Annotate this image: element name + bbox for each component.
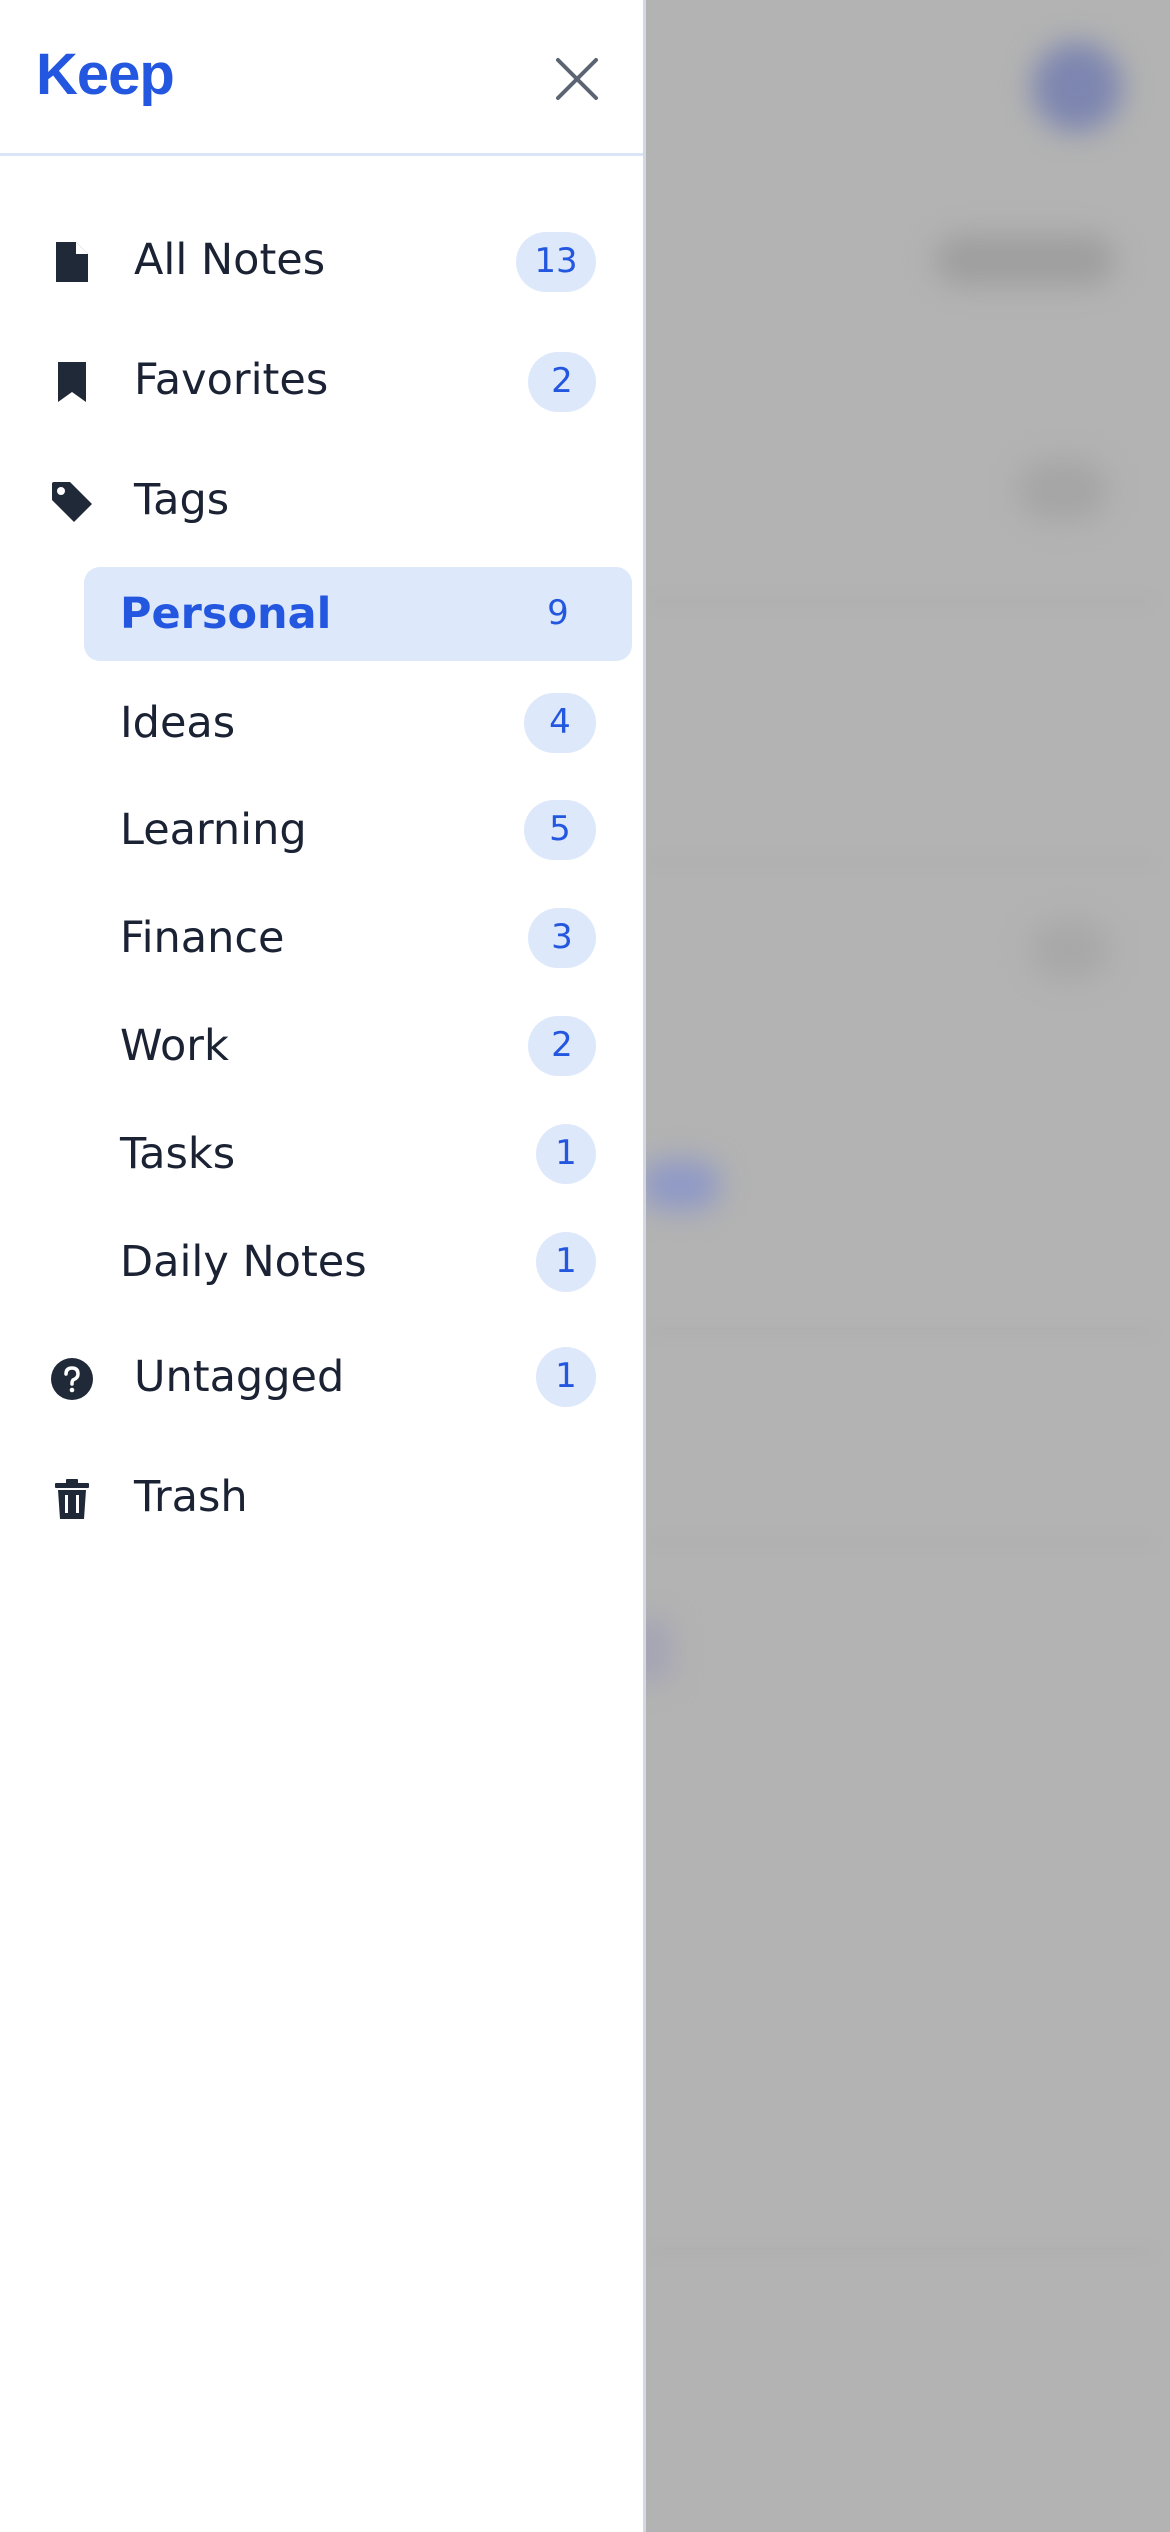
tag-item-work[interactable]: Work 2 (84, 999, 632, 1093)
tag-item-daily-notes[interactable]: Daily Notes 1 (84, 1215, 632, 1309)
note-count-badge: 1 (536, 1124, 596, 1184)
blurred-divider (650, 600, 1150, 603)
note-count-badge: 2 (528, 1016, 596, 1076)
nav-item-tags[interactable]: Tags (0, 450, 646, 550)
nav-item-label: All Notes (134, 235, 326, 285)
note-count-badge: 1 (536, 1232, 596, 1292)
tag-item-finance[interactable]: Finance 3 (84, 891, 632, 985)
navigation-drawer: Keep All Notes 13 Favorites 2 Tags Perso… (0, 0, 646, 2532)
nav-item-label: Trash (134, 1472, 248, 1522)
close-icon (556, 58, 598, 100)
tag-label: Ideas (120, 698, 236, 748)
blurred-avatar (1032, 42, 1122, 132)
tag-item-tasks[interactable]: Tasks 1 (84, 1107, 632, 1201)
blurred-divider (650, 2250, 1150, 2253)
tag-label: Daily Notes (120, 1237, 367, 1287)
nav-item-label: Favorites (134, 355, 329, 405)
nav-item-favorites[interactable]: Favorites 2 (0, 330, 646, 430)
note-count-badge: 4 (524, 693, 596, 753)
nav-item-label: Untagged (134, 1352, 345, 1402)
question-circle-icon (50, 1357, 94, 1401)
nav-item-label: Tags (134, 475, 230, 525)
note-count-badge: 5 (524, 800, 596, 860)
tag-label: Personal (120, 589, 332, 639)
tag-item-personal[interactable]: Personal 9 (84, 567, 632, 661)
drawer-header: Keep (0, 0, 643, 156)
trash-icon (50, 1477, 94, 1521)
tag-label: Finance (120, 913, 285, 963)
note-count-badge: 13 (516, 232, 596, 292)
nav-item-trash[interactable]: Trash (0, 1447, 646, 1547)
blurred-element (935, 235, 1115, 285)
note-count-badge: 2 (528, 352, 596, 412)
blurred-element (640, 1160, 720, 1210)
app-logo[interactable]: Keep (36, 40, 175, 110)
note-count-badge: 1 (536, 1347, 596, 1407)
tag-label: Work (120, 1021, 229, 1071)
note-count-badge: 9 (547, 593, 569, 633)
close-button[interactable] (550, 52, 604, 106)
bookmark-icon (50, 360, 94, 404)
tag-label: Learning (120, 805, 307, 855)
tag-icon (50, 480, 94, 524)
blurred-divider (650, 1330, 1150, 1333)
document-icon (50, 240, 94, 284)
blurred-divider (650, 1540, 1150, 1543)
nav-item-all-notes[interactable]: All Notes 13 (0, 210, 646, 310)
nav-item-untagged[interactable]: Untagged 1 (0, 1327, 646, 1427)
tag-item-ideas[interactable]: Ideas 4 (84, 676, 632, 770)
tag-label: Tasks (120, 1129, 236, 1179)
blurred-divider (650, 860, 1150, 863)
note-count-badge: 3 (528, 908, 596, 968)
blurred-element (1018, 460, 1108, 520)
blurred-element (1030, 920, 1110, 980)
tag-item-learning[interactable]: Learning 5 (84, 783, 632, 877)
